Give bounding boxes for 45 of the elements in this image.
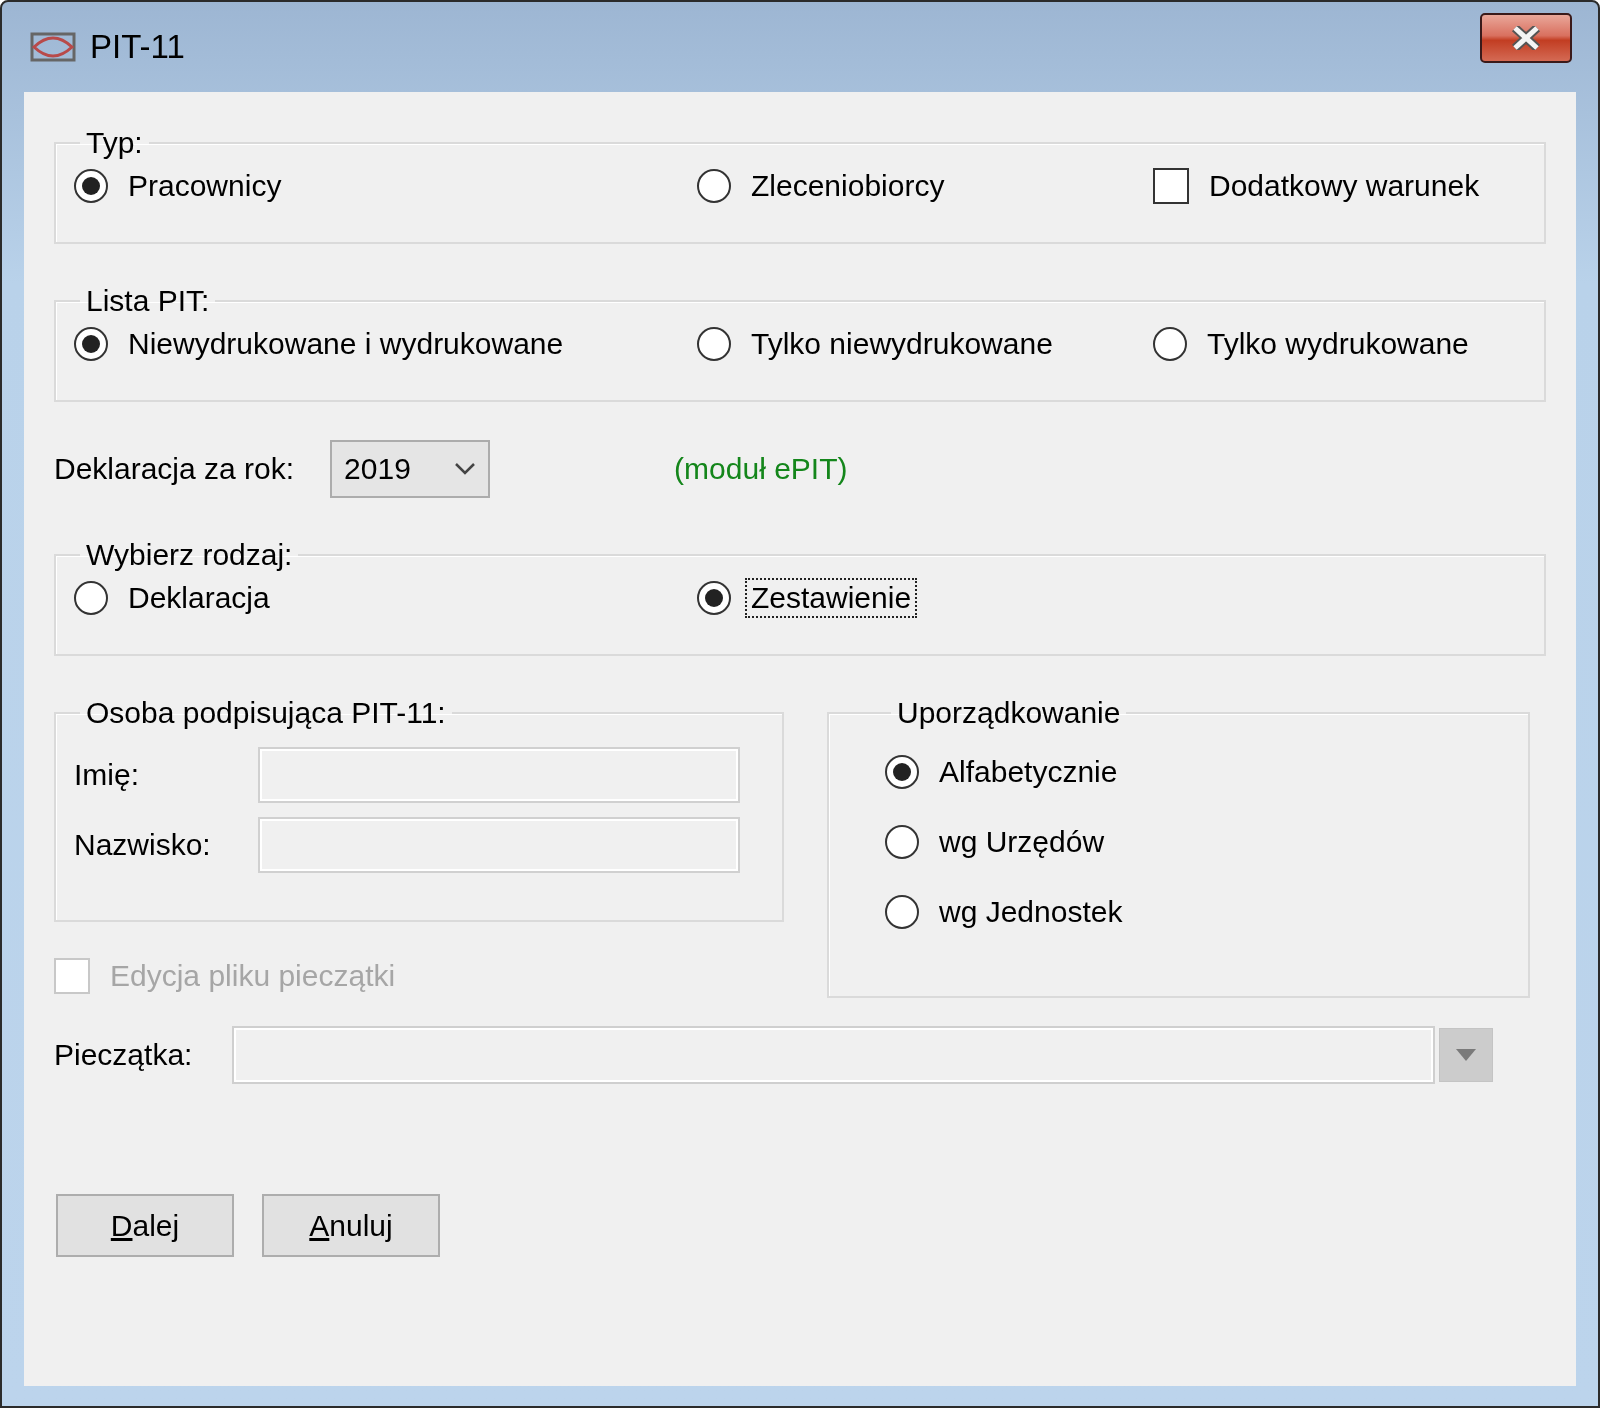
group-title: Lista PIT: [85,284,211,318]
field-label: Imię: [74,758,140,792]
group-title: Uporządkowanie [896,696,1122,730]
window-title: PIT-11 [90,28,185,66]
chevron-down-icon [454,462,477,476]
close-icon [1511,26,1541,50]
radio-button[interactable] [74,581,108,615]
radio-button[interactable] [697,169,731,203]
triangle-down-icon [1456,1049,1477,1061]
radio-button[interactable] [885,755,919,789]
option-label: Tylko wydrukowane [1206,326,1470,362]
radio-button[interactable] [885,825,919,859]
option-label: Alfabetycznie [938,754,1119,790]
radio-button[interactable] [1153,327,1187,361]
option-label: Deklaracja [127,580,271,616]
module-note: (moduł ePIT) [674,452,848,486]
option-label: Pracownicy [127,168,283,204]
radio-button[interactable] [697,581,731,615]
input-field[interactable] [258,747,740,803]
radio-button[interactable] [74,327,108,361]
radio-button[interactable] [74,169,108,203]
group-title: Wybierz rodzaj: [85,538,294,572]
option-label: Zleceniobiorcy [750,168,946,204]
dialog-button[interactable]: Dalej [56,1194,234,1257]
option-label: Zestawienie [745,578,918,618]
radio-button[interactable] [885,895,919,929]
option-label: Edycja pliku pieczątki [109,958,397,994]
option-label: Dodatkowy warunek [1208,168,1481,204]
close-button[interactable] [1480,13,1572,63]
group-title: Osoba podpisująca PIT-11: [85,696,447,730]
option-label: Niewydrukowane i wydrukowane [127,326,565,362]
option-label: wg Jednostek [938,894,1124,930]
group-title: Typ: [85,126,144,160]
checkbox[interactable] [1153,168,1189,204]
year-dropdown[interactable]: 2019 [330,440,491,498]
option-label: wg Urzędów [938,824,1106,860]
radio-button[interactable] [697,327,731,361]
field-label: Deklaracja za rok: [54,452,295,486]
option-label: Tylko niewydrukowane [750,326,1054,362]
dialog-button[interactable]: Anuluj [262,1194,440,1257]
dropdown-button[interactable] [1439,1028,1494,1082]
field-label: Pieczątka: [54,1038,193,1072]
app-icon [30,31,76,63]
input-field[interactable] [258,817,740,873]
field-label: Nazwisko: [74,828,212,862]
